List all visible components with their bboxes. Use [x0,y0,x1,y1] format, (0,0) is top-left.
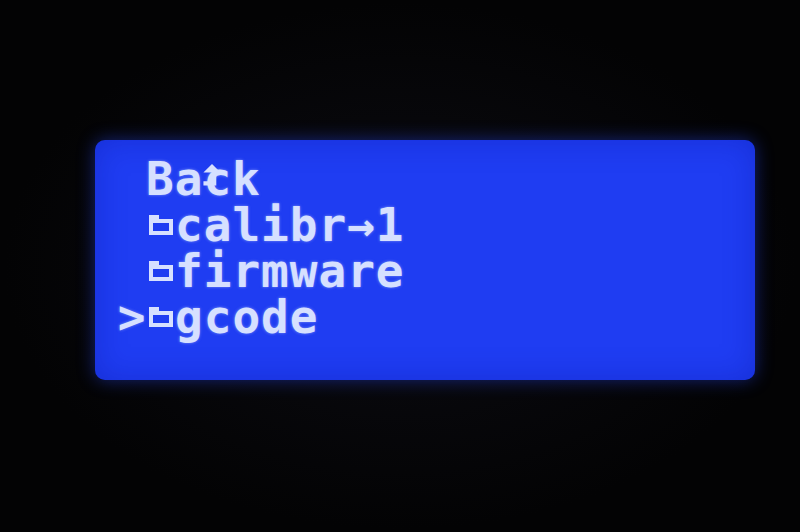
menu-item[interactable]: > gcode [117,294,735,340]
menu-item[interactable]: >calibr→1 [117,202,735,248]
lcd-screen: >Back>calibr→1>firmware> gcode [95,140,755,380]
menu-cursor: > [117,294,146,340]
menu-item-label: Back [146,156,175,202]
folder-icon [149,214,173,236]
menu-item[interactable]: >Back [117,156,735,202]
back-arrow-icon [199,164,225,194]
menu-item-label: calibr→1 [175,202,405,248]
lcd-bezel: >Back>calibr→1>firmware> gcode [0,0,800,532]
folder-icon [149,306,173,328]
folder-icon [149,260,173,282]
menu-item-label: gcode [175,294,318,340]
menu-item[interactable]: >firmware [117,248,735,294]
menu-item-label: firmware [175,248,405,294]
